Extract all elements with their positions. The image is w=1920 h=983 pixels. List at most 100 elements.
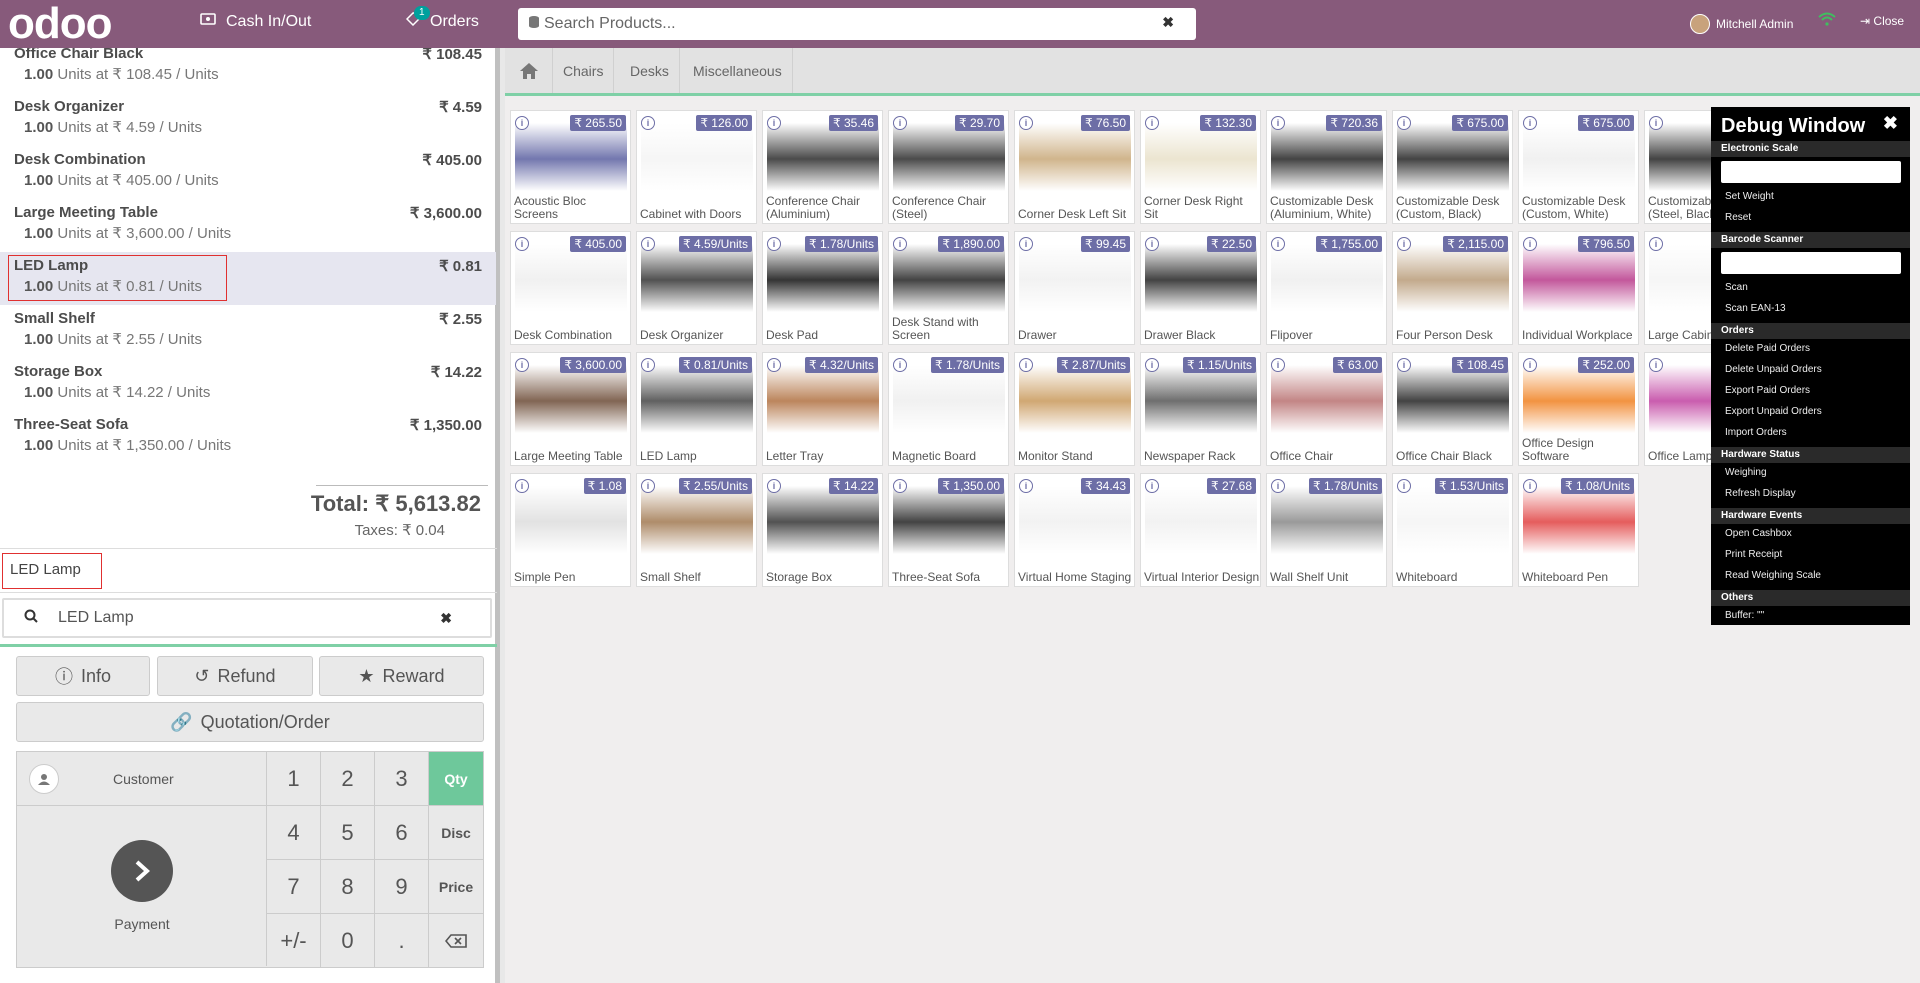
info-icon[interactable]: i: [1397, 358, 1411, 372]
debug-action[interactable]: Scan: [1725, 282, 1748, 293]
numpad-key-7[interactable]: 7: [267, 860, 321, 914]
debug-action[interactable]: Buffer: "": [1725, 610, 1764, 621]
product-card[interactable]: i ₹ 1.15/Units Newspaper Rack: [1140, 352, 1261, 466]
info-icon[interactable]: i: [1649, 116, 1663, 130]
product-card[interactable]: i ₹ 0.81/Units LED Lamp: [636, 352, 757, 466]
orders-button[interactable]: 1 Orders: [405, 6, 479, 31]
info-icon[interactable]: i: [893, 479, 907, 493]
info-icon[interactable]: i: [641, 479, 655, 493]
product-card[interactable]: i ₹ 1.08/Units Whiteboard Pen: [1518, 473, 1639, 587]
debug-action[interactable]: Scan EAN-13: [1725, 303, 1786, 314]
backspace-key[interactable]: [429, 914, 483, 968]
info-icon[interactable]: i: [641, 358, 655, 372]
info-icon[interactable]: i: [1019, 479, 1033, 493]
info-icon[interactable]: i: [1397, 479, 1411, 493]
quotation-order-button[interactable]: 🔗 Quotation/Order: [16, 702, 484, 742]
product-card[interactable]: i ₹ 22.50 Drawer Black: [1140, 231, 1261, 345]
product-card[interactable]: i ₹ 252.00 Office Design Software: [1518, 352, 1639, 466]
info-icon[interactable]: i: [1523, 116, 1537, 130]
category-miscellaneous[interactable]: Miscellaneous: [683, 48, 793, 93]
order-line[interactable]: Large Meeting Table ₹ 3,600.00 1.00 Unit…: [0, 199, 496, 252]
order-line[interactable]: Desk Organizer ₹ 4.59 1.00 Units at ₹ 4.…: [0, 93, 496, 146]
info-icon[interactable]: i: [1145, 237, 1159, 251]
info-icon[interactable]: i: [641, 237, 655, 251]
product-card[interactable]: i ₹ 35.46 Conference Chair (Aluminium): [762, 110, 883, 224]
product-card[interactable]: i ₹ 1.78/Units Desk Pad: [762, 231, 883, 345]
info-icon[interactable]: i: [1397, 237, 1411, 251]
product-card[interactable]: i ₹ 1.08 Simple Pen: [510, 473, 631, 587]
info-icon[interactable]: i: [1019, 237, 1033, 251]
debug-input[interactable]: [1721, 161, 1901, 183]
product-card[interactable]: i ₹ 405.00 Desk Combination: [510, 231, 631, 345]
order-search-input[interactable]: LED Lamp ✖: [2, 598, 492, 638]
product-card[interactable]: i ₹ 126.00 Cabinet with Doors: [636, 110, 757, 224]
debug-input[interactable]: [1721, 252, 1901, 274]
clear-search-icon[interactable]: ✖: [1162, 14, 1174, 31]
info-icon[interactable]: i: [641, 116, 655, 130]
info-button[interactable]: ⓘ Info: [16, 656, 150, 696]
home-category-button[interactable]: [505, 48, 553, 93]
info-icon[interactable]: i: [767, 237, 781, 251]
product-card[interactable]: i ₹ 1.53/Units Whiteboard: [1392, 473, 1513, 587]
category-desks[interactable]: Desks: [620, 48, 680, 93]
product-card[interactable]: i ₹ 720.36 Customizable Desk (Aluminium, W…: [1266, 110, 1387, 224]
debug-action[interactable]: Export Unpaid Orders: [1725, 406, 1822, 417]
info-icon[interactable]: i: [1649, 237, 1663, 251]
debug-action[interactable]: Read Weighing Scale: [1725, 570, 1821, 581]
order-line[interactable]: Three-Seat Sofa ₹ 1,350.00 1.00 Units at…: [0, 411, 496, 464]
debug-action[interactable]: Print Receipt: [1725, 549, 1782, 560]
product-card[interactable]: i ₹ 14.22 Storage Box: [762, 473, 883, 587]
cash-in-out-button[interactable]: Cash In/Out: [200, 12, 311, 31]
order-line[interactable]: Desk Combination ₹ 405.00 1.00 Units at …: [0, 146, 496, 199]
user-menu[interactable]: Mitchell Admin: [1690, 14, 1793, 34]
info-icon[interactable]: i: [1271, 237, 1285, 251]
info-icon[interactable]: i: [515, 479, 529, 493]
product-card[interactable]: i ₹ 796.50 Individual Workplace: [1518, 231, 1639, 345]
disc-mode-button[interactable]: Disc: [429, 806, 483, 860]
info-icon[interactable]: i: [767, 116, 781, 130]
numpad-key-0[interactable]: 0: [321, 914, 375, 968]
numpad-key-5[interactable]: 5: [321, 806, 375, 860]
reward-button[interactable]: ★ Reward: [319, 656, 484, 696]
product-card[interactable]: i ₹ 63.00 Office Chair: [1266, 352, 1387, 466]
info-icon[interactable]: i: [515, 237, 529, 251]
customer-button[interactable]: Customer: [17, 752, 267, 806]
clear-icon[interactable]: ✖: [440, 610, 452, 627]
order-line[interactable]: Office Chair Black ₹ 108.45 1.00 Units a…: [0, 48, 496, 93]
numpad-key-2[interactable]: 2: [321, 752, 375, 806]
info-icon[interactable]: i: [1397, 116, 1411, 130]
product-card[interactable]: i ₹ 2.55/Units Small Shelf: [636, 473, 757, 587]
product-card[interactable]: i ₹ 108.45 Office Chair Black: [1392, 352, 1513, 466]
info-icon[interactable]: i: [1271, 116, 1285, 130]
product-search-input[interactable]: Search Products... ✖: [518, 8, 1196, 40]
info-icon[interactable]: i: [1145, 479, 1159, 493]
product-card[interactable]: i ₹ 1.78/Units Magnetic Board: [888, 352, 1009, 466]
numpad-key-plus-minus[interactable]: +/-: [267, 914, 321, 968]
product-card[interactable]: i ₹ 34.43 Virtual Home Staging: [1014, 473, 1135, 587]
numpad-key-6[interactable]: 6: [375, 806, 429, 860]
product-card[interactable]: i ₹ 265.50 Acoustic Bloc Screens: [510, 110, 631, 224]
info-icon[interactable]: i: [1271, 479, 1285, 493]
info-icon[interactable]: i: [893, 358, 907, 372]
product-card[interactable]: i ₹ 4.59/Units Desk Organizer: [636, 231, 757, 345]
info-icon[interactable]: i: [1145, 358, 1159, 372]
info-icon[interactable]: i: [515, 358, 529, 372]
numpad-key-dot[interactable]: .: [375, 914, 429, 968]
close-icon[interactable]: ✖: [1883, 113, 1898, 134]
refund-button[interactable]: ↺ Refund: [157, 656, 313, 696]
product-card[interactable]: i ₹ 27.68 Virtual Interior Design: [1140, 473, 1261, 587]
product-card[interactable]: i ₹ 2.87/Units Monitor Stand: [1014, 352, 1135, 466]
product-card[interactable]: i ₹ 132.30 Corner Desk Right Sit: [1140, 110, 1261, 224]
close-session-button[interactable]: ⇥ Close: [1860, 14, 1904, 28]
product-card[interactable]: i ₹ 675.00 Customizable Desk (Custom, Blac…: [1392, 110, 1513, 224]
info-icon[interactable]: i: [1145, 116, 1159, 130]
debug-action[interactable]: Open Cashbox: [1725, 528, 1792, 539]
info-icon[interactable]: i: [893, 116, 907, 130]
numpad-key-3[interactable]: 3: [375, 752, 429, 806]
order-line[interactable]: Storage Box ₹ 14.22 1.00 Units at ₹ 14.2…: [0, 358, 496, 411]
product-card[interactable]: i ₹ 76.50 Corner Desk Left Sit: [1014, 110, 1135, 224]
info-icon[interactable]: i: [767, 358, 781, 372]
debug-action[interactable]: Delete Unpaid Orders: [1725, 364, 1822, 375]
product-card[interactable]: i ₹ 1,890.00 Desk Stand with Screen: [888, 231, 1009, 345]
debug-action[interactable]: Export Paid Orders: [1725, 385, 1810, 396]
